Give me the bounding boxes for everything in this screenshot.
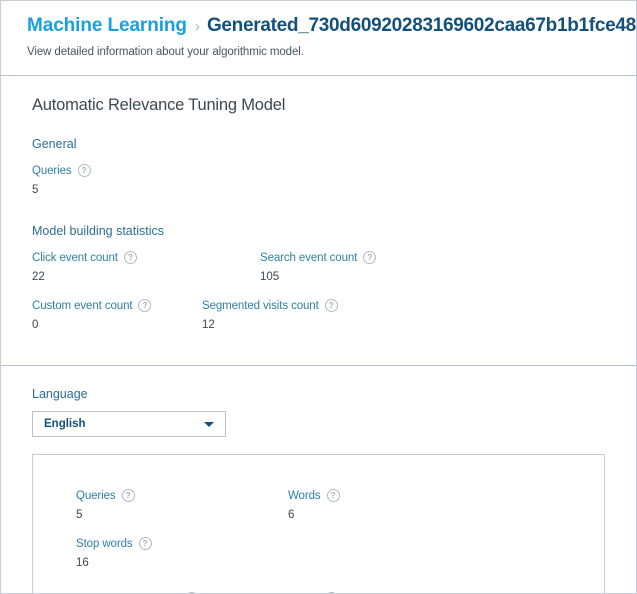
model-building-statistics-grid: Click event count ? 22 Search event coun…: [32, 251, 605, 347]
stat-label-text: Stop words: [76, 537, 133, 550]
stat-label-text: Words: [288, 489, 321, 502]
stat-value: 22: [32, 271, 45, 283]
info-icon[interactable]: ?: [121, 489, 135, 502]
stat-label-text: Queries: [32, 164, 72, 177]
stat-label-row: Queries ?: [32, 164, 260, 177]
general-stats-grid: Queries ? 5: [32, 164, 605, 212]
info-icon[interactable]: ?: [324, 299, 338, 312]
language-details-card: Queries ? 5 Words ? 6 Stop words ? 16: [32, 454, 605, 593]
stat-queries: Queries ? 5: [32, 164, 260, 196]
stat-search-event-count: Search event count ? 105: [260, 251, 462, 283]
stat-label-text: Search event count: [260, 251, 358, 264]
stat-custom-event-count: Custom event count ? 0: [32, 299, 202, 331]
general-heading: General: [32, 137, 77, 151]
stat-label-row: Stop words ?: [76, 537, 216, 550]
stat-label-row: Queries ?: [76, 489, 288, 502]
info-icon[interactable]: ?: [363, 251, 377, 264]
stat-value: 12: [202, 319, 215, 331]
page-title: Generated_730d60920283169602caa67b1b1fce…: [206, 15, 636, 36]
info-icon[interactable]: ?: [326, 489, 340, 502]
stat-value: 5: [32, 184, 39, 196]
stat-label-text: Queries: [76, 489, 116, 502]
stat-label-row: Custom event count ?: [32, 299, 202, 312]
stat-label-row: Words ?: [288, 489, 468, 502]
model-details-page: Machine Learning › Generated_730d6092028…: [0, 0, 637, 594]
info-icon[interactable]: ?: [138, 299, 152, 312]
language-label: Language: [32, 387, 88, 401]
stat-value: 16: [76, 557, 89, 569]
breadcrumb-separator-icon: ›: [194, 17, 200, 35]
stat-label-text: Custom event count: [32, 299, 133, 312]
language-select-value: English: [44, 418, 86, 430]
breadcrumb: Machine Learning › Generated_730d6092028…: [27, 15, 636, 37]
stat-value: 105: [260, 271, 280, 283]
breadcrumb-link-machine-learning[interactable]: Machine Learning: [27, 15, 187, 37]
stat-click-event-count: Click event count ? 22: [32, 251, 260, 283]
stat-words: Words ? 6: [288, 489, 468, 521]
stat-label-text: Click event count: [32, 251, 118, 264]
language-section: Language English Queries ? 5 Words ? 6 S…: [1, 366, 636, 593]
info-icon[interactable]: ?: [123, 251, 137, 264]
stat-segmented-visits-count: Segmented visits count ? 12: [202, 299, 430, 347]
stat-stop-words: Stop words ? 16: [76, 537, 216, 569]
chevron-down-icon: [204, 422, 214, 427]
stat-label-row: Search event count ?: [260, 251, 462, 264]
model-summary-section: Automatic Relevance Tuning Model General…: [1, 76, 636, 366]
page-subtitle: View detailed information about your alg…: [27, 46, 304, 58]
stat-queries: Queries ? 5: [76, 489, 288, 521]
stat-value: 6: [288, 509, 295, 521]
page-header: Machine Learning › Generated_730d6092028…: [1, 1, 636, 76]
info-icon[interactable]: ?: [138, 537, 152, 550]
stat-value: 5: [76, 509, 83, 521]
stat-label-row: Segmented visits count ?: [202, 299, 430, 312]
language-stats-grid: Queries ? 5 Words ? 6 Stop words ? 16: [76, 489, 604, 585]
language-select[interactable]: English: [32, 411, 226, 437]
stat-value: 0: [32, 319, 39, 331]
model-name-heading: Automatic Relevance Tuning Model: [32, 96, 286, 114]
stat-label-row: Click event count ?: [32, 251, 260, 264]
stat-label-text: Segmented visits count: [202, 299, 319, 312]
info-icon[interactable]: ?: [77, 164, 91, 177]
model-building-statistics-heading: Model building statistics: [32, 224, 165, 238]
